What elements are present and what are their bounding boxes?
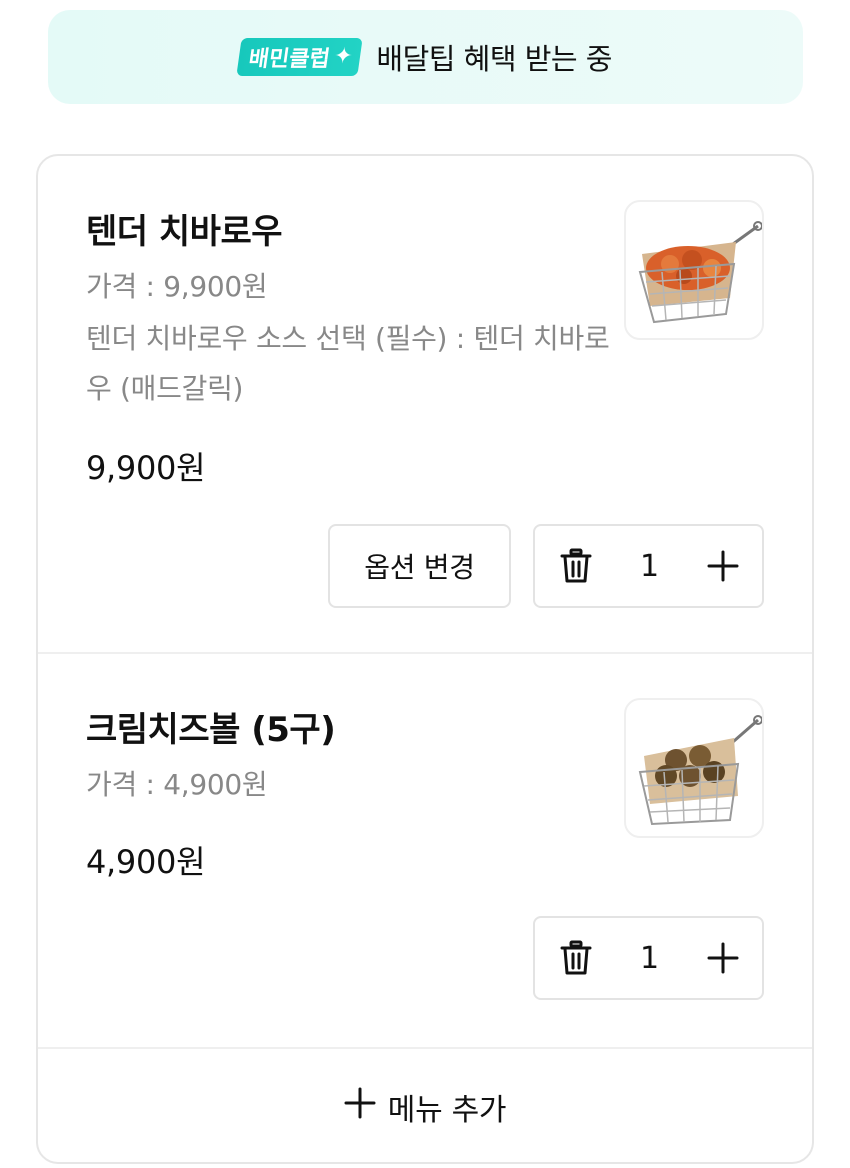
item-total-price: 9,900원: [86, 449, 206, 487]
cart-item: 텐더 치바로우 가격 : 9,900원 텐더 치바로우 소스 선택 (필수) :…: [38, 156, 812, 654]
item-unit-price: 가격 : 9,900원: [86, 270, 268, 303]
baemin-club-badge: 배민클럽 ✦: [236, 38, 364, 76]
fried-chicken-basket-image: [624, 200, 764, 340]
plus-icon[interactable]: [702, 937, 744, 979]
trash-icon[interactable]: [555, 937, 597, 979]
quantity-value: 1: [639, 940, 660, 976]
cart-card: 텐더 치바로우 가격 : 9,900원 텐더 치바로우 소스 선택 (필수) :…: [36, 154, 814, 1164]
plus-icon[interactable]: [702, 545, 744, 587]
item-option-text: 텐더 치바로우 소스 선택 (필수) : 텐더 치바로우 (매드갈릭): [86, 322, 610, 405]
add-menu-button[interactable]: 메뉴 추가: [38, 1049, 812, 1164]
cart-item: 크림치즈볼 (5구) 가격 : 4,900원 4,900원 1: [38, 654, 812, 1049]
baemin-club-banner[interactable]: 배민클럽 ✦ 배달팁 혜택 받는 중: [48, 10, 803, 104]
quantity-stepper: 1: [533, 916, 764, 1000]
item-name: 텐더 치바로우: [86, 212, 283, 252]
change-option-button[interactable]: 옵션 변경: [328, 524, 511, 608]
add-menu-label: 메뉴 추가: [387, 1092, 507, 1128]
baemin-club-badge-label: 배민클럽: [246, 47, 332, 72]
item-unit-price: 가격 : 4,900원: [86, 768, 268, 801]
cheese-ball-basket-image: [624, 698, 764, 838]
trash-icon[interactable]: [555, 545, 597, 587]
quantity-value: 1: [639, 548, 660, 584]
sparkle-icon: ✦: [332, 44, 355, 69]
plus-icon: [344, 1087, 376, 1127]
banner-text: 배달팁 혜택 받는 중: [376, 42, 612, 76]
item-total-price: 4,900원: [86, 843, 206, 881]
item-name: 크림치즈볼 (5구): [86, 710, 336, 750]
quantity-stepper: 1: [533, 524, 764, 608]
